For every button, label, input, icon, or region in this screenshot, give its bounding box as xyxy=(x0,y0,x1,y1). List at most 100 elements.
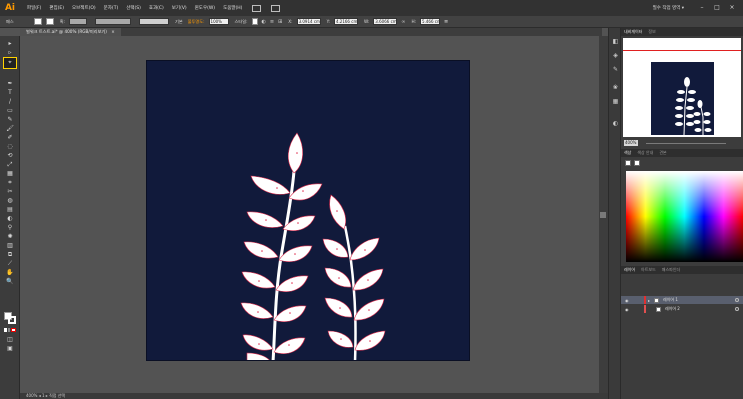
navigator-zoom-field[interactable]: 400% xyxy=(624,140,638,146)
type-tool-icon[interactable]: T xyxy=(5,89,15,96)
panel-menu-icon[interactable]: ≣ xyxy=(444,19,448,25)
layer-target-icon[interactable] xyxy=(735,307,739,311)
navigator-zoom-slider[interactable] xyxy=(646,142,726,144)
stroke-color-icon[interactable] xyxy=(8,316,16,324)
expand-arrow-icon[interactable]: ▸ xyxy=(648,298,650,303)
opacity-label[interactable]: 불투명도: xyxy=(188,19,205,25)
bridge-icon[interactable] xyxy=(252,4,262,12)
magic-wand-tool-icon[interactable]: ⌖ xyxy=(3,57,17,69)
menu-effect[interactable]: 효과(C) xyxy=(149,5,164,11)
document-tab[interactable]: 벌워크 트스트.ai* @ 400% (RGB/미리보기) × xyxy=(20,28,121,36)
menu-help[interactable]: 도움말(H) xyxy=(223,5,242,11)
color-stroke-swatch[interactable] xyxy=(634,160,640,166)
menu-object[interactable]: 오브젝트(O) xyxy=(72,5,96,11)
layer-name[interactable]: 레이어 1 xyxy=(663,297,678,303)
blend-tool-icon[interactable]: ⚲ xyxy=(5,224,15,231)
zoom-tool-icon[interactable]: 🔍 xyxy=(5,278,15,285)
tab-artboards[interactable]: 아트보드 xyxy=(638,267,659,273)
hand-tool-icon[interactable]: ✋ xyxy=(5,269,15,276)
fill-swatch[interactable] xyxy=(33,18,42,25)
color-guide-icon[interactable]: ◧ xyxy=(612,38,619,45)
color-fill-swatch[interactable] xyxy=(625,160,631,166)
rectangle-tool-icon[interactable]: ▭ xyxy=(5,107,15,114)
transparency-icon[interactable]: ◐ xyxy=(612,120,619,127)
menu-edit[interactable]: 편집(E) xyxy=(49,5,64,11)
screen-mode-icon[interactable]: ▣ xyxy=(5,345,15,352)
line-tool-icon[interactable]: / xyxy=(5,98,15,105)
visibility-eye-icon[interactable]: ◉ xyxy=(625,307,631,312)
tab-info[interactable]: 정보 xyxy=(645,29,658,35)
link-icon[interactable]: ∞ xyxy=(401,19,405,25)
color-spectrum[interactable] xyxy=(626,171,743,262)
menu-window[interactable]: 윈도우(W) xyxy=(195,5,215,11)
slice-tool-icon[interactable]: ⟋ xyxy=(5,260,15,267)
layer-name[interactable]: 레이어 2 xyxy=(665,306,680,312)
blob-brush-tool-icon[interactable]: ✐ xyxy=(5,134,15,141)
recolor-icon[interactable]: ◐ xyxy=(262,19,266,25)
align-icon[interactable]: ≡ xyxy=(270,19,274,25)
mesh-tool-icon[interactable]: ◍ xyxy=(5,197,15,204)
artboard[interactable] xyxy=(146,60,470,361)
scroll-thumb[interactable] xyxy=(600,212,606,218)
right-branch[interactable] xyxy=(322,194,386,361)
layer-row[interactable]: ◉ 레이어 2 xyxy=(621,305,743,313)
scale-tool-icon[interactable]: ⤢ xyxy=(5,161,15,168)
arrange-documents-icon[interactable] xyxy=(271,4,281,12)
pen-tool-icon[interactable]: ✒ xyxy=(5,80,15,87)
rotate-tool-icon[interactable]: ⟲ xyxy=(5,152,15,159)
graphic-style-swatch[interactable] xyxy=(251,18,258,25)
eraser-tool-icon[interactable]: ◌ xyxy=(5,143,15,150)
tab-pathfinder[interactable]: 패스파인더 xyxy=(659,267,683,273)
selection-tool-icon[interactable]: ▸ xyxy=(5,40,15,47)
symbol-sprayer-tool-icon[interactable]: ✺ xyxy=(5,233,15,240)
direct-selection-tool-icon[interactable]: ▹ xyxy=(5,49,15,56)
brush-style-field[interactable] xyxy=(138,18,169,25)
visibility-eye-icon[interactable]: ◉ xyxy=(625,298,631,303)
leaf-artwork[interactable] xyxy=(147,61,470,361)
brushes-icon[interactable]: ✎ xyxy=(612,66,619,73)
transform-icon[interactable]: ⊞ xyxy=(278,19,282,25)
menu-type[interactable]: 문자(T) xyxy=(104,5,119,11)
navigator-view-box[interactable] xyxy=(623,50,741,51)
tab-color[interactable]: 색상 xyxy=(621,150,634,156)
close-tab-icon[interactable]: × xyxy=(111,29,115,34)
menu-file[interactable]: 파일(F) xyxy=(27,5,41,11)
maximize-button[interactable]: □ xyxy=(712,4,722,12)
symbols-icon[interactable]: ❀ xyxy=(612,84,619,91)
tab-navigator[interactable]: 내비게이터 xyxy=(621,29,645,35)
stroke-swatch[interactable] xyxy=(45,18,54,25)
h-field[interactable]: 5.466 cm xyxy=(420,18,441,25)
paintbrush-tool-icon[interactable]: 🖌 xyxy=(5,125,15,132)
stroke-weight-field[interactable] xyxy=(68,18,87,25)
graphic-styles-icon[interactable]: ▦ xyxy=(612,98,619,105)
left-branch[interactable] xyxy=(240,132,323,361)
pencil-tool-icon[interactable]: ✎ xyxy=(5,116,15,123)
eyedropper-tool-icon[interactable]: ◐ xyxy=(5,215,15,222)
column-graph-tool-icon[interactable]: ▥ xyxy=(5,242,15,249)
shape-builder-tool-icon[interactable]: ⌗ xyxy=(5,179,15,186)
tab-swatches[interactable]: 견본 xyxy=(656,150,669,156)
x-field[interactable]: 3.0914 cm xyxy=(296,18,321,25)
canvas-area[interactable] xyxy=(20,36,602,393)
variable-width-field[interactable] xyxy=(94,18,131,25)
y-field[interactable]: 4.2166 cm xyxy=(333,18,358,25)
close-window-button[interactable]: × xyxy=(727,4,737,12)
appearance-icon[interactable]: ◈ xyxy=(612,52,619,59)
w-field[interactable]: 3.6066 cm xyxy=(373,18,398,25)
artboard-tool-icon[interactable]: ⧉ xyxy=(5,251,15,258)
drawing-mode-icon[interactable]: ◫ xyxy=(5,336,15,343)
layer-row[interactable]: ◉ ▸ 레이어 1 xyxy=(621,296,743,304)
scissors-tool-icon[interactable]: ✂ xyxy=(5,188,15,195)
gradient-tool-icon[interactable]: ▤ xyxy=(5,206,15,213)
color-mode-icons[interactable] xyxy=(4,328,17,332)
tab-layers[interactable]: 레이어 xyxy=(621,267,638,273)
menu-select[interactable]: 선택(S) xyxy=(126,5,141,11)
free-transform-tool-icon[interactable]: ▦ xyxy=(5,170,15,177)
menu-view[interactable]: 보기(V) xyxy=(172,5,187,11)
opacity-field[interactable]: 100% xyxy=(208,18,229,25)
navigator-preview[interactable] xyxy=(623,38,741,137)
vertical-scrollbar[interactable] xyxy=(599,36,608,393)
layer-target-icon[interactable] xyxy=(735,298,739,302)
minimize-button[interactable]: – xyxy=(697,4,707,12)
tab-color-guide[interactable]: 색상 안내 xyxy=(634,150,656,156)
